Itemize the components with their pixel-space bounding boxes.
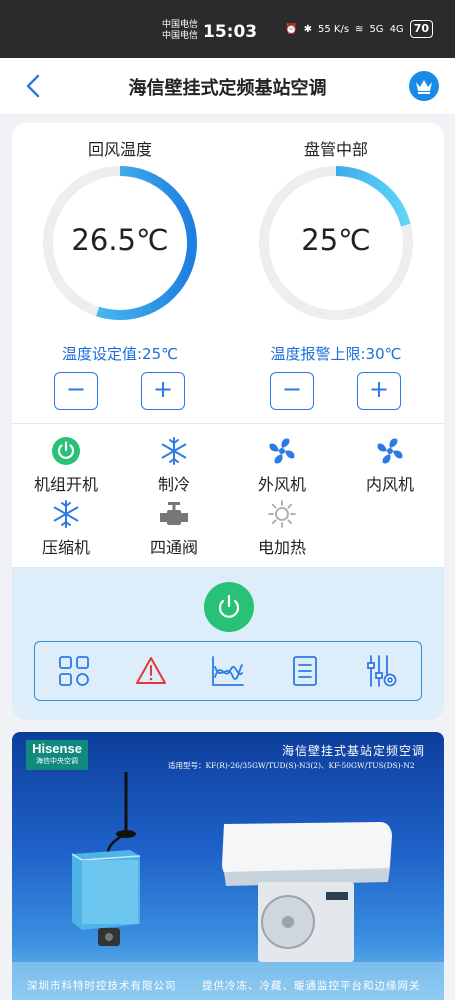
status-four-way-valve: 四通阀 [120, 498, 228, 558]
status-label: 外风机 [257, 475, 306, 494]
curve-chart-icon [212, 656, 244, 686]
records-button[interactable] [285, 651, 325, 691]
signal-4g: 4G [389, 23, 404, 35]
decrease-setpoint-button[interactable]: − [54, 372, 98, 410]
status-label: 压缩机 [41, 538, 90, 557]
power-icon [218, 594, 240, 618]
sun-icon [266, 498, 298, 530]
carrier-labels: 中国电信 中国电信 [162, 20, 198, 42]
carrier-1: 中国电信 [162, 20, 199, 30]
document-list-icon [293, 656, 318, 686]
control-panel [12, 567, 444, 720]
divider [12, 423, 444, 424]
status-outdoor-fan: 外风机 [228, 435, 336, 495]
function-toolbar [34, 641, 422, 701]
increase-setpoint-button[interactable]: + [141, 372, 185, 410]
alarm-button[interactable] [131, 651, 171, 691]
clock: 15:03 [203, 22, 258, 42]
settings-sliders-icon [367, 655, 397, 687]
product-illustration [12, 772, 444, 1000]
control-card: 回风温度 26.5℃ 温度设定值:25℃ − + 盘管中部 25℃ 温度报警上限… [12, 123, 444, 720]
crown-icon [416, 80, 432, 94]
fan-icon [266, 435, 298, 467]
vip-button[interactable] [409, 71, 439, 101]
status-cooling: 制冷 [120, 435, 228, 495]
decrease-alarm-limit-button[interactable]: − [270, 372, 314, 410]
settings-button[interactable] [362, 651, 402, 691]
gauge-value: 26.5℃ [71, 223, 169, 257]
alarm-limit-text: 温度报警上限:30℃ [270, 345, 402, 363]
status-label: 电加热 [257, 538, 306, 557]
gauge-coil-middle: 盘管中部 25℃ 温度报警上限:30℃ − + [228, 123, 444, 413]
snowflake-icon [158, 435, 190, 467]
gauge-label: 回风温度 [87, 140, 152, 159]
grid-menu-button[interactable] [54, 651, 94, 691]
page-title: 海信壁挂式定频基站空调 [128, 78, 327, 99]
net-speed: 55 K/s [318, 23, 350, 35]
status-electric-heating: 电加热 [228, 498, 336, 558]
valve-icon [158, 498, 190, 530]
status-label: 制冷 [157, 475, 190, 494]
signal-5g: 5G [369, 23, 384, 35]
power-on-icon [50, 435, 82, 467]
carrier-2: 中国电信 [162, 31, 199, 41]
snowflake-icon [50, 498, 82, 530]
alarm-warning-icon [135, 657, 166, 684]
gauge-value: 25℃ [301, 223, 371, 257]
gauge-return-air: 回风温度 26.5℃ 温度设定值:25℃ − + [12, 123, 228, 413]
nav-bar: 海信壁挂式定频基站空调 [0, 58, 455, 114]
wifi-icon: ≋ [355, 23, 364, 35]
gauge-label: 盘管中部 [303, 140, 368, 159]
product-banner[interactable]: Hisense 海信中央空调 海信壁挂式基站定频空调 适用型号：KF(R)-26… [12, 732, 444, 1000]
fan-icon [374, 435, 406, 467]
banner-slogan: 提供冷冻、冷藏、暖通监控平台和边缘网关 [202, 980, 421, 992]
alarm-clock-icon: ⏰ [285, 23, 298, 35]
grid-icon [58, 656, 89, 686]
power-button[interactable] [204, 582, 254, 632]
status-unit-on: 机组开机 [12, 435, 120, 495]
system-icons: ⏰ ✱ 55 K/s ≋ 5G 4G 70 [285, 20, 433, 38]
status-indoor-fan: 内风机 [336, 435, 444, 495]
system-status-bar: 中国电信 中国电信 15:03 ⏰ ✱ 55 K/s ≋ 5G 4G 70 [0, 0, 455, 58]
setpoint-text: 温度设定值:25℃ [62, 345, 178, 363]
status-label: 四通阀 [149, 538, 198, 557]
status-label: 机组开机 [33, 475, 98, 494]
status-compressor: 压缩机 [12, 498, 120, 558]
increase-alarm-limit-button[interactable]: + [357, 372, 401, 410]
curve-button[interactable] [208, 651, 248, 691]
status-label: 内风机 [365, 475, 414, 494]
battery-indicator: 70 [409, 20, 433, 38]
banner-company: 深圳市科特时控技术有限公司 [27, 980, 177, 992]
bluetooth-icon: ✱ [303, 23, 312, 35]
